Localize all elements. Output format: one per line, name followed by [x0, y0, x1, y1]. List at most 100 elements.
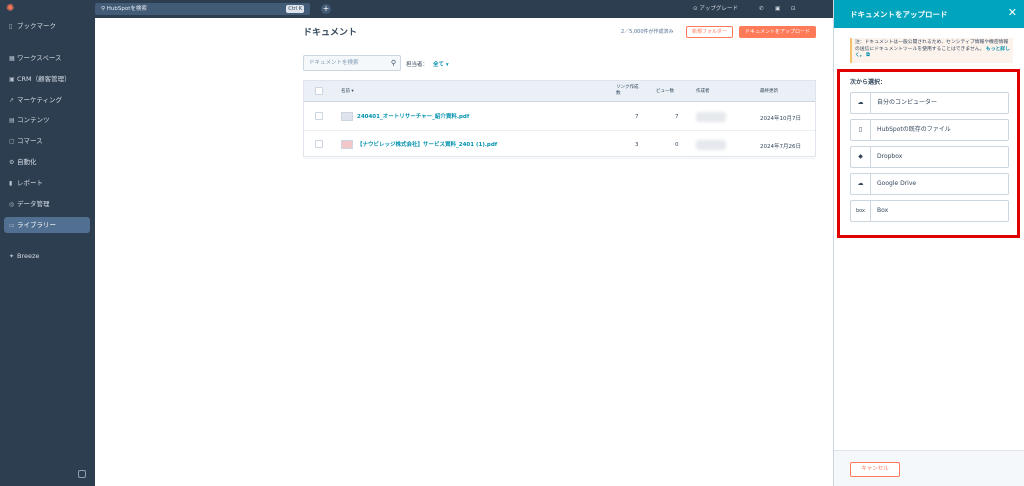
document-search-placeholder: ドキュメントを検索	[309, 60, 359, 66]
main-content: ドキュメント 2／5,000件が作成済み 新規フォルダー ドキュメントをアップロ…	[95, 18, 833, 486]
panel-title: ドキュメントをアップロード	[850, 10, 948, 19]
row-checkbox[interactable]	[315, 112, 323, 120]
upload-from-computer-button[interactable]: ☁ 自分のコンピューター	[850, 92, 1009, 114]
sidebar-item-crm[interactable]: ▣ CRM（顧客管理）	[4, 71, 90, 87]
column-name[interactable]: 名前 ▾	[341, 81, 354, 102]
view-count: 7	[675, 114, 679, 120]
search-placeholder: HubSpotを検索	[106, 6, 147, 12]
sidebar-item-breeze[interactable]: ✦ Breeze	[4, 248, 90, 264]
owner-filter-dropdown[interactable]: 全て ▾	[433, 60, 449, 68]
sidebar-item-label: レポート	[17, 179, 43, 187]
select-all-checkbox[interactable]	[315, 87, 323, 95]
top-bar: ⚲ HubSpotを検索 Ctrl K + ⊙ アップグレード ✆ ▣ ⊡	[95, 0, 833, 18]
upload-from-google-drive-button[interactable]: ☁ Google Drive	[850, 173, 1009, 195]
owner-filter-label: 担当者：	[406, 62, 429, 68]
document-name-link[interactable]: 【ナウビレッジ株式会社】サービス資料_2401 (1).pdf	[357, 140, 497, 148]
sidebar-item-data[interactable]: ◎ データ管理	[4, 196, 90, 212]
upgrade-link[interactable]: ⊙ アップグレード	[693, 0, 738, 18]
close-icon[interactable]: ✕	[1008, 7, 1017, 18]
view-count: 0	[675, 142, 679, 148]
new-folder-button[interactable]: 新規フォルダー	[686, 26, 733, 38]
crm-icon: ▣	[9, 76, 15, 83]
upload-from-hubspot-files-button[interactable]: ▯ HubSpotの既存のファイル	[850, 119, 1009, 141]
upload-document-button[interactable]: ドキュメントをアップロード	[739, 26, 816, 38]
source-label: Google Drive	[877, 180, 917, 187]
source-label: Dropbox	[877, 153, 903, 160]
pdf-thumbnail-icon	[341, 140, 353, 149]
sidebar-item-label: データ管理	[17, 200, 50, 208]
updated-date: 2024年7月26日	[760, 144, 801, 150]
marketplace-icon[interactable]: ▣	[775, 0, 780, 18]
library-icon: ▭	[9, 222, 15, 229]
column-name-label: 名前	[341, 89, 350, 94]
updated-date: 2024年10月7日	[760, 116, 801, 122]
link-count: 7	[635, 114, 639, 120]
help-icon[interactable]: ⊡	[791, 0, 796, 18]
sidebar-item-automation[interactable]: ⚙ 自動化	[4, 154, 90, 170]
sidebar: ✺ ▯ ブックマーク ▦ ワークスペース ▣ CRM（顧客管理） ↗ マーケティング ▤…	[0, 0, 95, 486]
documents-table: 名前 ▾ リンク作成数 ビュー数 作成者 最終更新 240401_オートリサーチ…	[303, 80, 816, 159]
cancel-button[interactable]: キャンセル	[850, 462, 900, 477]
sidebar-item-label: ブックマーク	[17, 22, 56, 30]
column-updated[interactable]: 最終更新	[760, 81, 778, 102]
sidebar-item-label: マーケティング	[17, 96, 62, 104]
phone-icon[interactable]: ✆	[759, 0, 764, 18]
sidebar-item-library[interactable]: ▭ ライブラリー	[4, 217, 90, 233]
sidebar-item-content[interactable]: ▤ コンテンツ	[4, 112, 90, 128]
panel-footer: キャンセル	[834, 450, 1024, 486]
bookmark-icon: ▯	[9, 23, 13, 30]
link-count: 3	[635, 142, 639, 148]
sidebar-item-report[interactable]: ▮ レポート	[4, 175, 90, 191]
box-icon: box	[851, 201, 871, 221]
marketing-icon: ↗	[9, 97, 15, 104]
sidebar-item-label: ワークスペース	[17, 54, 62, 62]
upload-from-box-button[interactable]: box Box	[850, 200, 1009, 222]
document-quota: 2／5,000件が作成済み	[621, 29, 674, 35]
row-checkbox[interactable]	[315, 140, 323, 148]
sidebar-item-bookmark[interactable]: ▯ ブックマーク	[4, 18, 90, 34]
table-header: 名前 ▾ リンク作成数 ビュー数 作成者 最終更新	[304, 81, 815, 102]
report-icon: ▮	[9, 180, 13, 187]
upload-note: 注：ドキュメントは一般公開されるため、センシティブ情報や機密情報の送信にドキュメ…	[850, 38, 1013, 63]
upgrade-label: アップグレード	[699, 6, 738, 12]
source-label: Box	[877, 207, 889, 214]
document-search-input[interactable]: ドキュメントを検索 ⚲	[303, 55, 401, 71]
sidebar-item-label: 自動化	[17, 158, 37, 166]
search-shortcut: Ctrl K	[286, 5, 304, 13]
column-creator[interactable]: 作成者	[696, 81, 710, 102]
search-icon: ⚲	[390, 59, 396, 67]
automation-icon: ⚙	[9, 159, 15, 166]
table-row[interactable]: 240401_オートリサーチャー_紹介資料.pdf 7 7 2024年10月7日	[304, 103, 815, 131]
sidebar-item-label: ライブラリー	[17, 221, 56, 229]
chevron-down-icon: ▾	[444, 62, 449, 68]
table-row[interactable]: 【ナウビレッジ株式会社】サービス資料_2401 (1).pdf 3 0 2024…	[304, 131, 815, 159]
sidebar-item-label: コマース	[17, 137, 43, 145]
sidebar-item-marketing[interactable]: ↗ マーケティング	[4, 92, 90, 108]
creator-avatar	[696, 112, 726, 122]
cloud-upload-icon: ☁	[851, 93, 871, 113]
content-icon: ▤	[9, 117, 15, 124]
upload-from-dropbox-button[interactable]: ◆ Dropbox	[850, 146, 1009, 168]
topbar-actions: ⊙ アップグレード ✆ ▣ ⊡	[693, 0, 833, 18]
hubspot-logo-icon[interactable]: ✺	[6, 4, 16, 14]
external-link-icon: ⧉	[864, 53, 870, 58]
create-plus-button[interactable]: +	[321, 4, 331, 14]
sidebar-item-label: CRM（顧客管理）	[17, 75, 71, 83]
choose-source-label: 次から選択：	[850, 79, 887, 86]
data-icon: ◎	[9, 201, 15, 208]
document-name-link[interactable]: 240401_オートリサーチャー_紹介資料.pdf	[357, 112, 469, 120]
workspace-icon: ▦	[9, 55, 15, 62]
collapse-sidebar-button[interactable]	[78, 470, 86, 478]
global-search-input[interactable]: ⚲ HubSpotを検索 Ctrl K	[95, 3, 310, 15]
google-drive-icon: ☁	[851, 174, 871, 194]
breeze-icon: ✦	[9, 253, 15, 260]
column-views[interactable]: ビュー数	[656, 81, 674, 102]
pdf-thumbnail-icon	[341, 112, 353, 121]
sidebar-item-workspace[interactable]: ▦ ワークスペース	[4, 50, 90, 66]
sidebar-item-label: コンテンツ	[17, 116, 50, 124]
sort-icon: ▾	[350, 89, 354, 94]
sidebar-item-commerce[interactable]: ▢ コマース	[4, 133, 90, 149]
page-title: ドキュメント	[303, 28, 358, 38]
dropbox-icon: ◆	[851, 147, 871, 167]
panel-header: ドキュメントをアップロード ✕	[834, 0, 1024, 28]
